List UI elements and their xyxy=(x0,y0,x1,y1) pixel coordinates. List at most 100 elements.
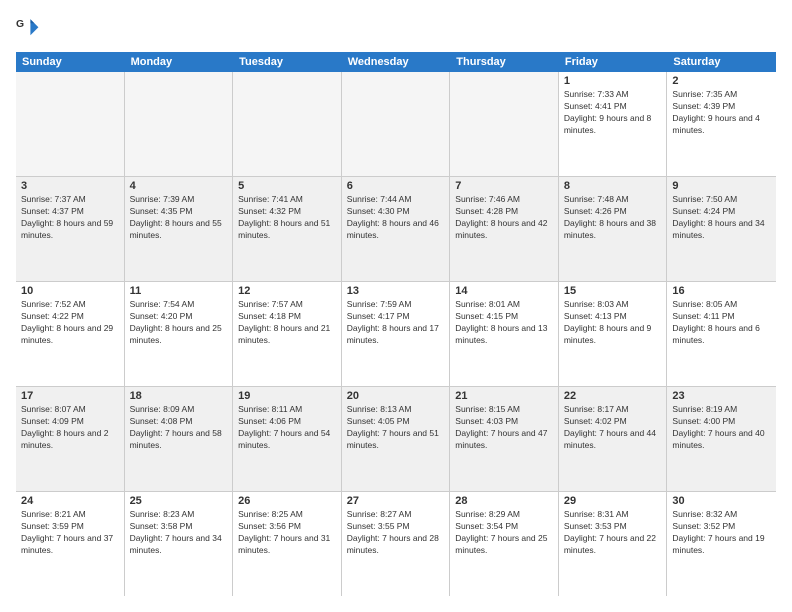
day-cell-3: 3 Sunrise: 7:37 AMSunset: 4:37 PMDaylight… xyxy=(16,177,125,281)
day-cell-5: 5 Sunrise: 7:41 AMSunset: 4:32 PMDaylight… xyxy=(233,177,342,281)
day-info: Sunrise: 7:37 AMSunset: 4:37 PMDaylight:… xyxy=(21,194,119,242)
day-cell-17: 17Sunrise: 8:07 AMSunset: 4:09 PMDayligh… xyxy=(16,387,125,491)
day-number: 1 xyxy=(564,75,662,87)
day-number: 2 xyxy=(672,75,771,87)
day-number: 19 xyxy=(238,390,336,402)
day-cell-6: 6 Sunrise: 7:44 AMSunset: 4:30 PMDaylight… xyxy=(342,177,451,281)
day-cell-15: 15 Sunrise: 8:03 AMSunset: 4:13 PMDayligh… xyxy=(559,282,668,386)
calendar-week-5: 24 Sunrise: 8:21 AMSunset: 3:59 PMDayligh… xyxy=(16,492,776,596)
day-cell-16: 16 Sunrise: 8:05 AMSunset: 4:11 PMDayligh… xyxy=(667,282,776,386)
day-number: 18 xyxy=(130,390,228,402)
day-info: Sunrise: 7:50 AMSunset: 4:24 PMDaylight:… xyxy=(672,194,771,242)
empty-cell xyxy=(450,72,559,176)
day-info: Sunrise: 7:35 AMSunset: 4:39 PMDaylight:… xyxy=(672,89,771,137)
day-info: Sunrise: 8:11 AMSunset: 4:06 PMDaylight:… xyxy=(238,404,336,452)
day-number: 6 xyxy=(347,180,445,192)
day-number: 27 xyxy=(347,495,445,507)
day-cell-30: 30 Sunrise: 8:32 AMSunset: 3:52 PMDayligh… xyxy=(667,492,776,596)
day-number: 13 xyxy=(347,285,445,297)
logo: G xyxy=(16,16,44,40)
day-number: 23 xyxy=(672,390,771,402)
day-info: Sunrise: 7:44 AMSunset: 4:30 PMDaylight:… xyxy=(347,194,445,242)
day-number: 26 xyxy=(238,495,336,507)
day-info: Sunrise: 8:09 AMSunset: 4:08 PMDaylight:… xyxy=(130,404,228,452)
calendar-week-4: 17Sunrise: 8:07 AMSunset: 4:09 PMDayligh… xyxy=(16,387,776,492)
day-info: Sunrise: 8:05 AMSunset: 4:11 PMDaylight:… xyxy=(672,299,771,347)
day-info: Sunrise: 7:46 AMSunset: 4:28 PMDaylight:… xyxy=(455,194,553,242)
day-info: Sunrise: 8:01 AMSunset: 4:15 PMDaylight:… xyxy=(455,299,553,347)
day-cell-7: 7 Sunrise: 7:46 AMSunset: 4:28 PMDaylight… xyxy=(450,177,559,281)
day-info: Sunrise: 8:27 AMSunset: 3:55 PMDaylight:… xyxy=(347,509,445,557)
day-cell-1: 1 Sunrise: 7:33 AMSunset: 4:41 PMDaylight… xyxy=(559,72,668,176)
header-day-friday: Friday xyxy=(559,52,668,72)
calendar: SundayMondayTuesdayWednesdayThursdayFrid… xyxy=(16,52,776,596)
day-cell-19: 19 Sunrise: 8:11 AMSunset: 4:06 PMDayligh… xyxy=(233,387,342,491)
day-info: Sunrise: 7:48 AMSunset: 4:26 PMDaylight:… xyxy=(564,194,662,242)
empty-cell xyxy=(16,72,125,176)
svg-text:G: G xyxy=(16,19,24,30)
day-number: 22 xyxy=(564,390,662,402)
day-cell-4: 4Sunrise: 7:39 AMSunset: 4:35 PMDaylight… xyxy=(125,177,234,281)
day-number: 11 xyxy=(130,285,228,297)
day-info: Sunrise: 7:57 AMSunset: 4:18 PMDaylight:… xyxy=(238,299,336,347)
day-cell-26: 26 Sunrise: 8:25 AMSunset: 3:56 PMDayligh… xyxy=(233,492,342,596)
day-cell-12: 12 Sunrise: 7:57 AMSunset: 4:18 PMDayligh… xyxy=(233,282,342,386)
day-number: 12 xyxy=(238,285,336,297)
calendar-body: 1 Sunrise: 7:33 AMSunset: 4:41 PMDaylight… xyxy=(16,72,776,596)
header-day-saturday: Saturday xyxy=(667,52,776,72)
day-number: 30 xyxy=(672,495,771,507)
day-cell-18: 18 Sunrise: 8:09 AMSunset: 4:08 PMDayligh… xyxy=(125,387,234,491)
day-cell-27: 27 Sunrise: 8:27 AMSunset: 3:55 PMDayligh… xyxy=(342,492,451,596)
day-info: Sunrise: 8:23 AMSunset: 3:58 PMDaylight:… xyxy=(130,509,228,557)
day-number: 28 xyxy=(455,495,553,507)
day-cell-9: 9 Sunrise: 7:50 AMSunset: 4:24 PMDaylight… xyxy=(667,177,776,281)
day-number: 21 xyxy=(455,390,553,402)
header-day-monday: Monday xyxy=(125,52,234,72)
day-cell-13: 13 Sunrise: 7:59 AMSunset: 4:17 PMDayligh… xyxy=(342,282,451,386)
day-info: Sunrise: 8:13 AMSunset: 4:05 PMDaylight:… xyxy=(347,404,445,452)
day-cell-14: 14Sunrise: 8:01 AMSunset: 4:15 PMDayligh… xyxy=(450,282,559,386)
day-cell-25: 25 Sunrise: 8:23 AMSunset: 3:58 PMDayligh… xyxy=(125,492,234,596)
day-info: Sunrise: 8:31 AMSunset: 3:53 PMDaylight:… xyxy=(564,509,662,557)
day-number: 3 xyxy=(21,180,119,192)
day-cell-21: 21 Sunrise: 8:15 AMSunset: 4:03 PMDayligh… xyxy=(450,387,559,491)
day-number: 17 xyxy=(21,390,119,402)
day-cell-29: 29 Sunrise: 8:31 AMSunset: 3:53 PMDayligh… xyxy=(559,492,668,596)
day-info: Sunrise: 8:32 AMSunset: 3:52 PMDaylight:… xyxy=(672,509,771,557)
empty-cell xyxy=(342,72,451,176)
logo-icon: G xyxy=(16,16,40,40)
day-number: 24 xyxy=(21,495,119,507)
day-number: 25 xyxy=(130,495,228,507)
day-number: 10 xyxy=(21,285,119,297)
header-day-sunday: Sunday xyxy=(16,52,125,72)
calendar-week-1: 1 Sunrise: 7:33 AMSunset: 4:41 PMDaylight… xyxy=(16,72,776,177)
day-info: Sunrise: 8:15 AMSunset: 4:03 PMDaylight:… xyxy=(455,404,553,452)
day-info: Sunrise: 8:03 AMSunset: 4:13 PMDaylight:… xyxy=(564,299,662,347)
day-number: 16 xyxy=(672,285,771,297)
day-number: 8 xyxy=(564,180,662,192)
day-cell-11: 11 Sunrise: 7:54 AMSunset: 4:20 PMDayligh… xyxy=(125,282,234,386)
day-info: Sunrise: 7:54 AMSunset: 4:20 PMDaylight:… xyxy=(130,299,228,347)
day-info: Sunrise: 7:33 AMSunset: 4:41 PMDaylight:… xyxy=(564,89,662,137)
page-header: G xyxy=(16,16,776,40)
day-number: 9 xyxy=(672,180,771,192)
day-number: 15 xyxy=(564,285,662,297)
day-info: Sunrise: 8:17 AMSunset: 4:02 PMDaylight:… xyxy=(564,404,662,452)
day-cell-22: 22 Sunrise: 8:17 AMSunset: 4:02 PMDayligh… xyxy=(559,387,668,491)
day-info: Sunrise: 7:59 AMSunset: 4:17 PMDaylight:… xyxy=(347,299,445,347)
empty-cell xyxy=(125,72,234,176)
day-number: 7 xyxy=(455,180,553,192)
day-number: 5 xyxy=(238,180,336,192)
day-info: Sunrise: 8:25 AMSunset: 3:56 PMDaylight:… xyxy=(238,509,336,557)
day-cell-2: 2 Sunrise: 7:35 AMSunset: 4:39 PMDaylight… xyxy=(667,72,776,176)
calendar-week-2: 3 Sunrise: 7:37 AMSunset: 4:37 PMDaylight… xyxy=(16,177,776,282)
empty-cell xyxy=(233,72,342,176)
day-number: 29 xyxy=(564,495,662,507)
day-info: Sunrise: 7:52 AMSunset: 4:22 PMDaylight:… xyxy=(21,299,119,347)
day-info: Sunrise: 8:29 AMSunset: 3:54 PMDaylight:… xyxy=(455,509,553,557)
day-info: Sunrise: 8:21 AMSunset: 3:59 PMDaylight:… xyxy=(21,509,119,557)
day-info: Sunrise: 7:41 AMSunset: 4:32 PMDaylight:… xyxy=(238,194,336,242)
day-cell-23: 23Sunrise: 8:19 AMSunset: 4:00 PMDayligh… xyxy=(667,387,776,491)
day-cell-8: 8 Sunrise: 7:48 AMSunset: 4:26 PMDaylight… xyxy=(559,177,668,281)
day-number: 4 xyxy=(130,180,228,192)
